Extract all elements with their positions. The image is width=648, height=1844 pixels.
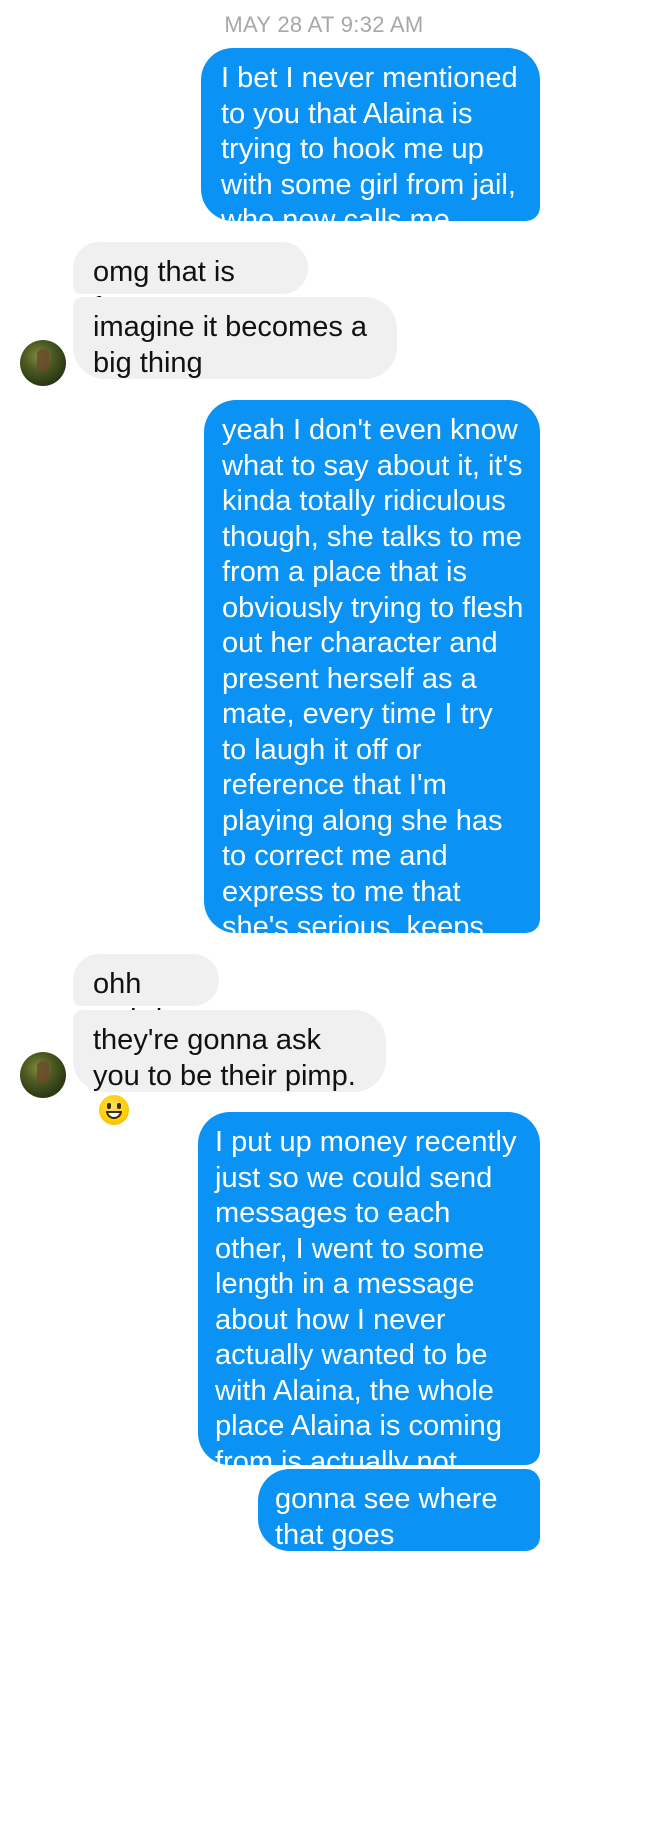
contact-avatar[interactable]: [20, 340, 66, 386]
message-text: I bet I never mentioned to you that Alai…: [221, 62, 518, 236]
contact-avatar[interactable]: [20, 1052, 66, 1098]
message-text: gonna see where that goes: [275, 1483, 498, 1551]
outgoing-message-bubble[interactable]: yeah I don't even know what to say about…: [204, 400, 540, 1085]
message-text: yeah I don't even know what to say about…: [222, 414, 524, 1085]
timestamp: MAY 28 AT 9:32 AM: [224, 12, 424, 37]
outgoing-message-bubble[interactable]: I bet I never mentioned to you that Alai…: [201, 48, 540, 236]
incoming-message-bubble[interactable]: ohh weird: [73, 954, 219, 1036]
incoming-message-bubble[interactable]: they're gonna ask you to be their pimp.: [73, 1010, 386, 1125]
message-text: they're gonna ask you to be their pimp.: [93, 1024, 356, 1092]
grinning-face-emoji-icon: [99, 1095, 129, 1125]
outgoing-message-bubble[interactable]: gonna see where that goes: [258, 1469, 540, 1551]
outgoing-message-bubble[interactable]: I put up money recently just so we could…: [198, 1112, 540, 1584]
message-thread: MAY 28 AT 9:32 AM I bet I never mentione…: [0, 0, 648, 1844]
incoming-message-bubble[interactable]: imagine it becomes a big thing: [73, 297, 397, 379]
incoming-message-bubble[interactable]: omg that is funny: [73, 242, 308, 324]
message-text: imagine it becomes a big thing: [93, 311, 368, 379]
